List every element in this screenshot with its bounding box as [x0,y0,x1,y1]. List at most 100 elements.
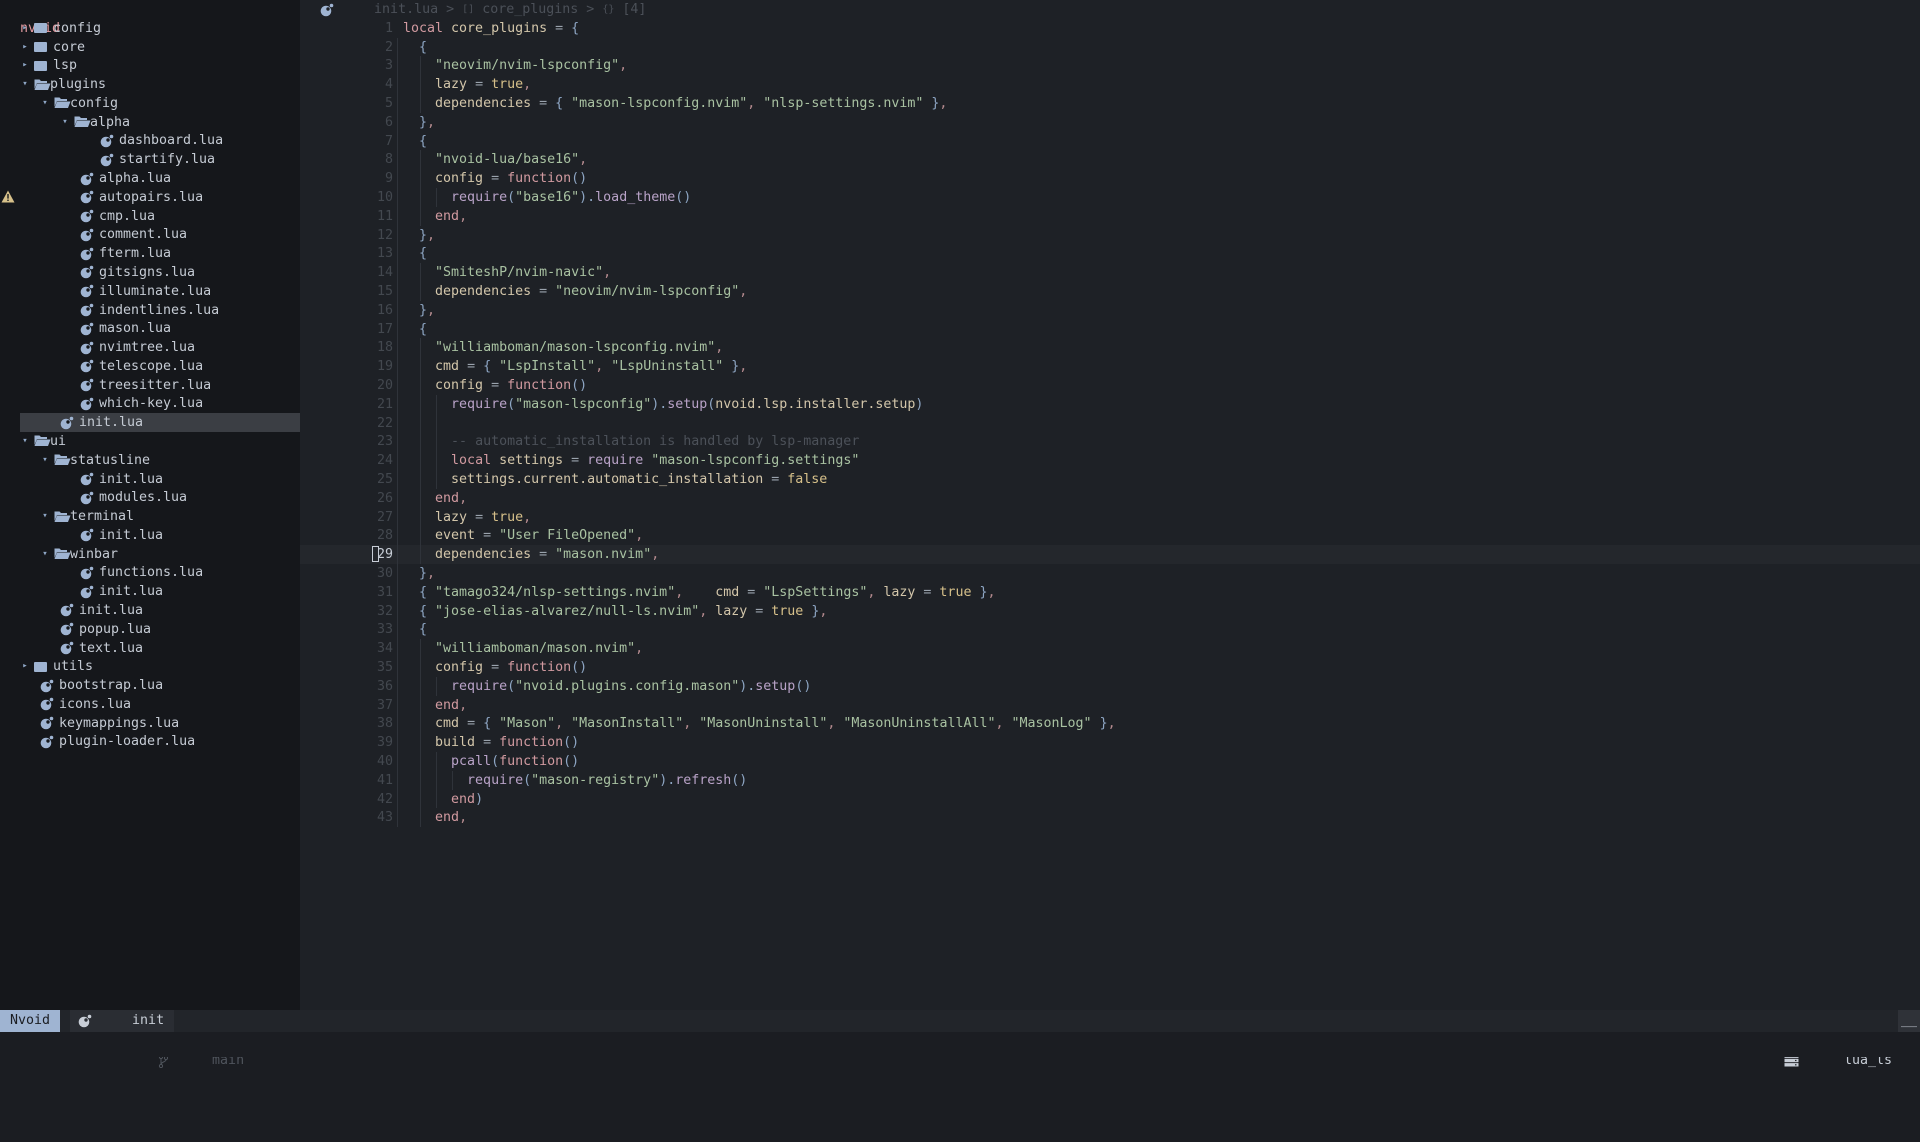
code-line[interactable]: 2 { [300,38,1920,57]
explorer-root[interactable]: nvoid [0,0,300,36]
code-line[interactable]: 31 { "tamago324/nlsp-settings.nvim", cmd… [300,583,1920,602]
tree-file[interactable]: telescope.lua [0,357,300,376]
tree-folder[interactable]: ▾ plugins [0,75,300,94]
code-line[interactable]: 9 config = function() [300,169,1920,188]
tree-folder[interactable]: ▾ alpha [0,113,300,132]
chevron-right-icon[interactable]: ▸ [20,56,30,75]
code-line[interactable]: 30 }, [300,564,1920,583]
code-line[interactable]: 26 end, [300,489,1920,508]
code-line[interactable]: 1 local core_plugins = { [300,19,1920,38]
tree-file[interactable]: dashboard.lua [0,131,300,150]
code-line[interactable]: 25 settings.current.automatic_installati… [300,470,1920,489]
code-line[interactable]: 13 { [300,244,1920,263]
tree-file[interactable]: init.lua [0,601,300,620]
code-line[interactable]: 7 { [300,132,1920,151]
tree-file[interactable]: plugin-loader.lua [0,732,300,751]
code-line[interactable]: 39 build = function() [300,733,1920,752]
code-line[interactable]: 35 config = function() [300,658,1920,677]
chevron-right-icon[interactable]: ▸ [20,19,30,38]
code-line[interactable]: 8 "nvoid-lua/base16", [300,150,1920,169]
code-line[interactable]: 17 { [300,320,1920,339]
code-line[interactable]: 6 }, [300,113,1920,132]
tree-file[interactable]: init.lua [0,526,300,545]
code-line[interactable]: 20 config = function() [300,376,1920,395]
tree-file[interactable]: startify.lua [0,150,300,169]
code-line[interactable]: 37 end, [300,696,1920,715]
tree-folder[interactable]: ▸ lsp [0,56,300,75]
tree-file[interactable]: gitsigns.lua [0,263,300,282]
tree-file[interactable]: bootstrap.lua [0,676,300,695]
code-line[interactable]: 14 "SmiteshP/nvim-navic", [300,263,1920,282]
tree-file[interactable]: autopairs.lua [0,188,300,207]
tree-file[interactable]: treesitter.lua [0,376,300,395]
code-line[interactable]: 28 event = "User FileOpened", [300,526,1920,545]
code-line[interactable]: 4 lazy = true, [300,75,1920,94]
tree-file[interactable]: modules.lua [0,488,300,507]
tree-file[interactable]: init.lua [0,582,300,601]
editor-pane[interactable]: init.lua > [] core_plugins > {} [4] 1 loc… [300,0,1920,1010]
code-line[interactable]: 34 "williamboman/mason.nvim", [300,639,1920,658]
code-line[interactable]: 40 pcall(function() [300,752,1920,771]
code-line[interactable]: 24 local settings = require "mason-lspco… [300,451,1920,470]
code-line[interactable]: 32 { "jose-elias-alvarez/null-ls.nvim", … [300,602,1920,621]
tree-file[interactable]: init.lua [0,413,300,433]
tree-folder[interactable]: ▾ terminal [0,507,300,526]
code-text: end) [303,790,483,809]
code-line[interactable]: 15 dependencies = "neovim/nvim-lspconfig… [300,282,1920,301]
code-line[interactable]: 43 end, [300,808,1920,827]
tree-file[interactable]: nvimtree.lua [0,338,300,357]
code-line[interactable]: 38 cmd = { "Mason", "MasonInstall", "Mas… [300,714,1920,733]
code-line[interactable]: 18 "williamboman/mason-lspconfig.nvim", [300,338,1920,357]
code-line[interactable]: 36 require("nvoid.plugins.config.mason")… [300,677,1920,696]
chevron-down-icon[interactable]: ▾ [40,545,50,564]
tree-file[interactable]: icons.lua [0,695,300,714]
code-line[interactable]: 16 }, [300,301,1920,320]
code-line[interactable]: 23 -- automatic_installation is handled … [300,432,1920,451]
tree-file[interactable]: text.lua [0,639,300,658]
code-line[interactable]: 29 dependencies = "mason.nvim", [300,545,1920,565]
chevron-down-icon[interactable]: ▾ [40,507,50,526]
tree-file[interactable]: cmp.lua [0,207,300,226]
tree-file[interactable]: fterm.lua [0,244,300,263]
tree-file[interactable]: mason.lua [0,319,300,338]
code-line[interactable]: 11 end, [300,207,1920,226]
code-line[interactable]: 12 }, [300,226,1920,245]
code-line[interactable]: 42 end) [300,790,1920,809]
tree-folder[interactable]: ▸ config [0,19,300,38]
token-punc: { [403,39,428,55]
lsp-status[interactable]: lua_ls [1784,1010,1892,1111]
chevron-down-icon[interactable]: ▾ [40,451,50,470]
tree-folder[interactable]: ▸ utils [0,657,300,676]
tree-folder[interactable]: ▾ ui [0,432,300,451]
code-line[interactable]: 21 require("mason-lspconfig").setup(nvoi… [300,395,1920,414]
code-line[interactable]: 22 [300,414,1920,433]
code-line[interactable]: 5 dependencies = { "mason-lspconfig.nvim… [300,94,1920,113]
chevron-down-icon[interactable]: ▾ [20,75,30,94]
code-line[interactable]: 41 require("mason-registry").refresh() [300,771,1920,790]
code-line[interactable]: 3 "neovim/nvim-lspconfig", [300,56,1920,75]
code-line[interactable]: 27 lazy = true, [300,508,1920,527]
tree-folder[interactable]: ▾ statusline [0,451,300,470]
chevron-down-icon[interactable]: ▾ [20,432,30,451]
chevron-right-icon[interactable]: ▸ [20,657,30,676]
tree-file[interactable]: which-key.lua [0,394,300,413]
tree-file[interactable]: popup.lua [0,620,300,639]
chevron-right-icon[interactable]: ▸ [20,38,30,57]
tree-folder[interactable]: ▾ config [0,94,300,113]
tree-folder[interactable]: ▸ core [0,38,300,57]
chevron-down-icon[interactable]: ▾ [60,113,70,132]
tree-file[interactable]: illuminate.lua [0,282,300,301]
tree-file[interactable]: init.lua [0,470,300,489]
tree-file[interactable]: functions.lua [0,563,300,582]
tree-file[interactable]: keymappings.lua [0,714,300,733]
tree-file[interactable]: alpha.lua [0,169,300,188]
chevron-down-icon[interactable]: ▾ [40,94,50,113]
code-line[interactable]: 10 require("base16").load_theme() [300,188,1920,207]
code-line[interactable]: 33 { [300,620,1920,639]
tree-file[interactable]: indentlines.lua [0,301,300,320]
command-line[interactable] [0,1032,1920,1057]
tree-file[interactable]: comment.lua [0,225,300,244]
code-line[interactable]: 19 cmd = { "LspInstall", "LspUninstall" … [300,357,1920,376]
tree-item-label: ui [50,433,67,449]
tree-folder[interactable]: ▾ winbar [0,545,300,564]
